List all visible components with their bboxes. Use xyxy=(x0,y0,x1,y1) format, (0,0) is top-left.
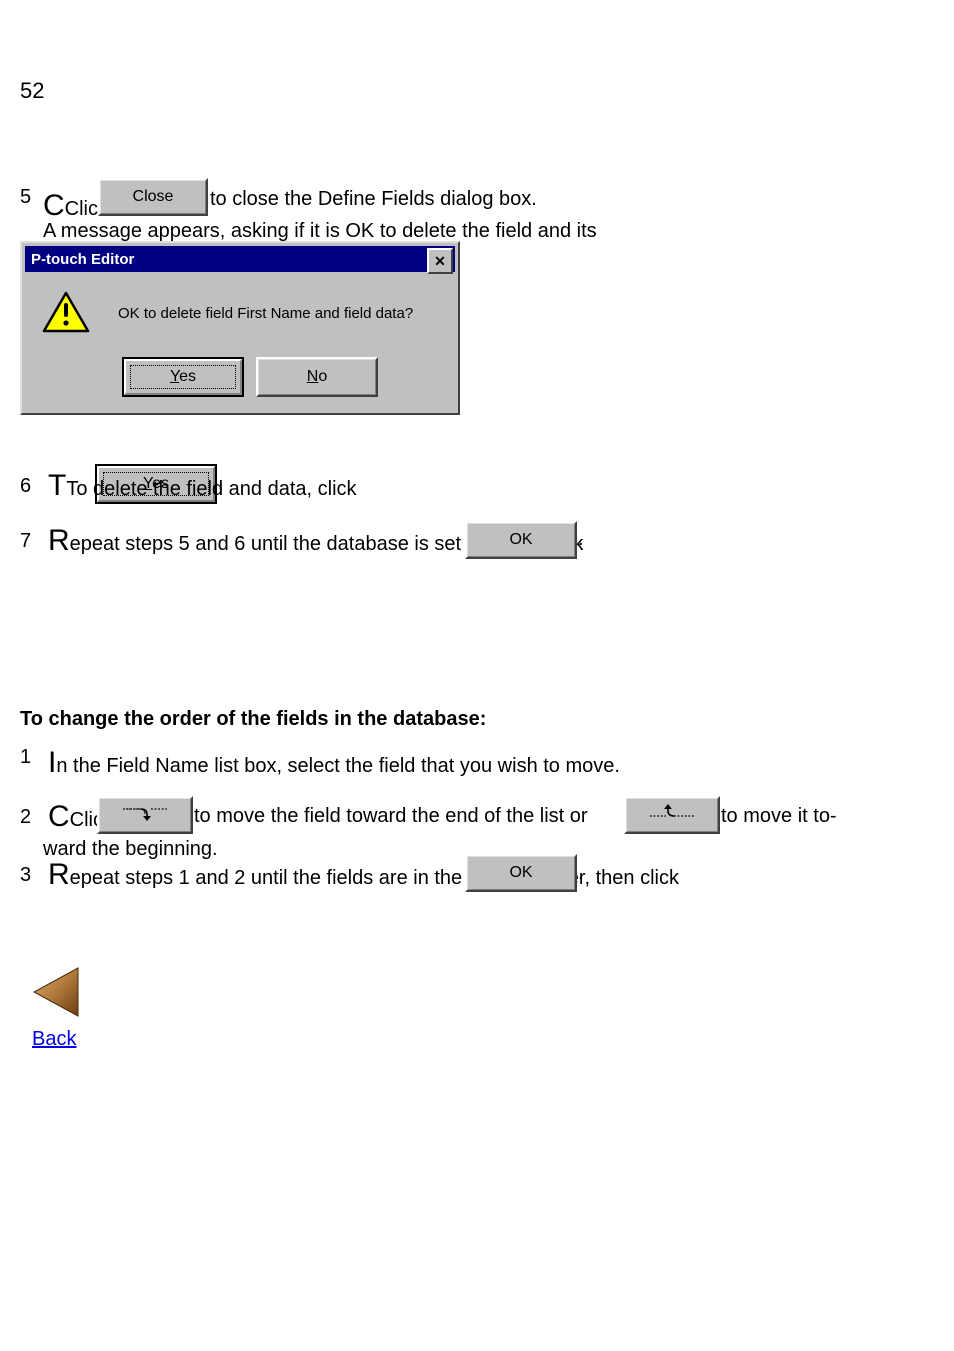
dialog-no-button[interactable]: No xyxy=(256,357,378,397)
nav-back-link[interactable]: Back xyxy=(32,1028,76,1051)
dialog-no-label: No xyxy=(307,368,327,386)
step-6-num-final: 6 xyxy=(20,475,42,498)
close-icon: ✕ xyxy=(434,253,446,270)
nav-back-arrow[interactable] xyxy=(28,964,84,1020)
step-6-text-a-final: TTo delete the field and data, click xyxy=(48,469,357,503)
order-step-2-text-c: to move it to- xyxy=(721,803,837,830)
order-step-1-text: In the Field Name list box, select the f… xyxy=(48,746,620,780)
order-step-2-text-b: to move the field toward the end of the … xyxy=(194,803,588,830)
step-7-number: 7 xyxy=(20,530,42,553)
ok-button-order3[interactable]: OK xyxy=(465,854,577,892)
confirm-dialog: P-touch Editor ✕ OK to delete field Firs… xyxy=(20,241,460,415)
ok-button-order3-label: OK xyxy=(509,864,532,882)
order-step-3-period: . xyxy=(578,860,584,887)
order-step-2-num: 2 xyxy=(20,806,42,829)
dialog-message: OK to delete field First Name and field … xyxy=(118,305,413,322)
step-6-period: . xyxy=(218,471,224,498)
ok-button-step7-label: OK xyxy=(509,531,532,549)
arrow-up-left-icon xyxy=(650,804,694,827)
step-5-text-b: to close the Define Fields dialog box. xyxy=(210,186,537,213)
section-heading: To change the order of the fields in the… xyxy=(20,706,486,733)
arrow-down-right-icon xyxy=(123,804,167,827)
order-step-3-num: 3 xyxy=(20,864,42,887)
order-step-1: 1 In the Field Name list box, select the… xyxy=(20,746,620,780)
move-down-button[interactable] xyxy=(97,796,193,834)
dialog-titlebar: P-touch Editor xyxy=(25,246,455,272)
move-up-button[interactable] xyxy=(624,796,720,834)
dialog-title: P-touch Editor xyxy=(31,251,134,268)
close-button[interactable]: Close xyxy=(98,178,208,216)
dialog-close-button[interactable]: ✕ xyxy=(427,248,453,274)
order-step-3-text: Repeat steps 1 and 2 until the fields ar… xyxy=(48,858,679,892)
close-button-label: Close xyxy=(133,188,174,206)
order-step-1-num: 1 xyxy=(20,746,42,769)
warning-icon xyxy=(42,291,90,340)
dialog-yes-button[interactable]: Yes xyxy=(122,357,244,397)
step-5-number: 5 xyxy=(20,186,31,209)
step-7-period: . xyxy=(578,526,584,553)
ok-button-step7[interactable]: OK xyxy=(465,521,577,559)
step-6-line-final: 6 TTo delete the field and data, click xyxy=(20,469,357,503)
page-number: 52 xyxy=(20,78,44,104)
